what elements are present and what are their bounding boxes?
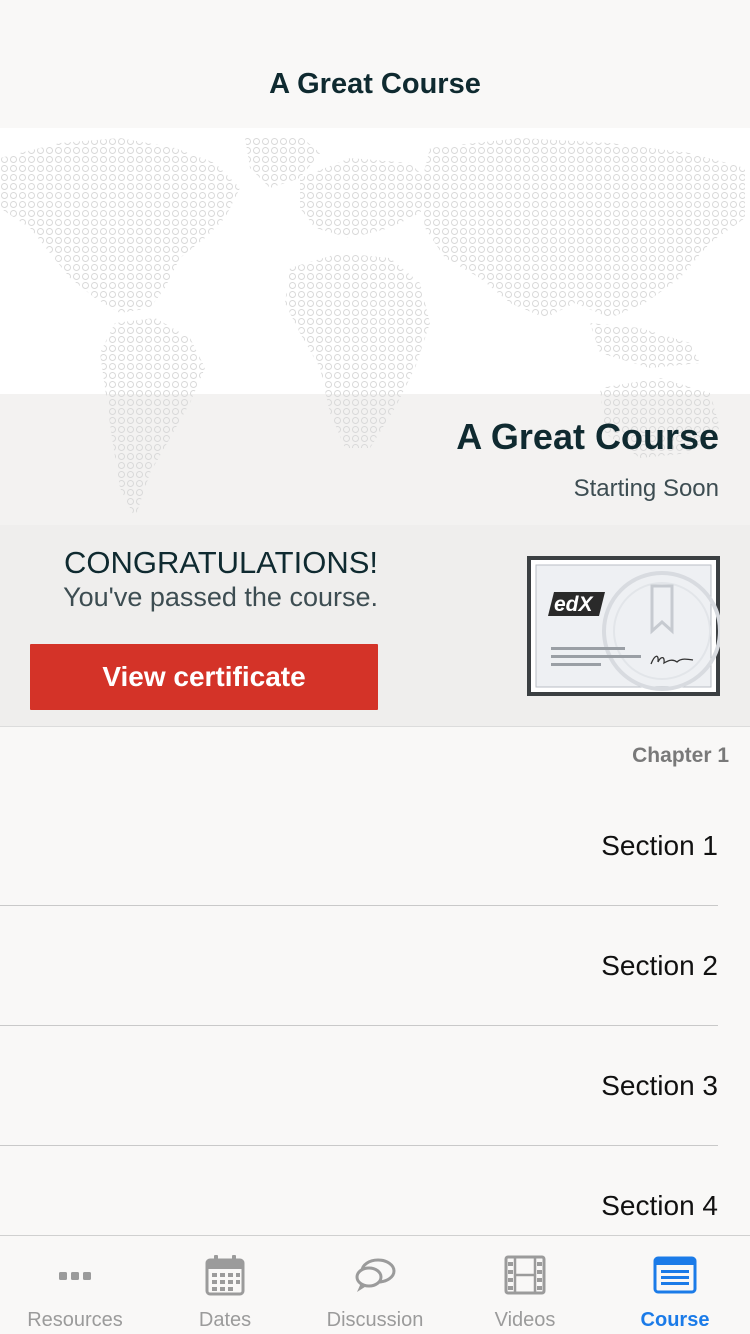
tab-label: Videos — [494, 1309, 556, 1331]
tab-label: Discussion — [326, 1309, 424, 1331]
section-row[interactable]: Section 1 — [0, 786, 718, 906]
course-list-icon — [653, 1256, 697, 1294]
section-label: Section 3 — [601, 1070, 718, 1101]
certificate-banner: CONGRATULATIONS! You've passed the cours… — [0, 525, 750, 727]
discussion-bubbles-icon — [355, 1258, 396, 1292]
edx-logo-text: edX — [554, 593, 595, 616]
tab-label: Course — [640, 1309, 710, 1331]
tab-label: Dates — [198, 1309, 252, 1331]
chapter-header: Chapter 1 — [632, 744, 729, 767]
course-passed-message: You've passed the course. — [63, 582, 378, 612]
tab-videos[interactable]: Videos — [450, 1236, 600, 1334]
world-map-image — [0, 136, 745, 518]
navigation-bar: A Great Course — [0, 0, 750, 128]
course-status: Starting Soon — [573, 475, 719, 502]
tab-discussion[interactable]: Discussion — [300, 1236, 450, 1334]
section-label: Section 4 — [601, 1190, 718, 1221]
section-label: Section 2 — [601, 950, 718, 981]
more-dots-icon — [59, 1272, 91, 1280]
certificate-thumbnail-icon[interactable]: edX — [527, 556, 720, 696]
tab-label: Resources — [27, 1309, 123, 1331]
congratulations-heading: CONGRATULATIONS! — [63, 545, 378, 580]
page-title: A Great Course — [269, 68, 481, 100]
section-row[interactable]: Section 2 — [0, 906, 718, 1026]
course-hero: A Great Course Starting Soon — [0, 128, 750, 525]
view-certificate-button[interactable]: View certificate — [30, 644, 378, 710]
film-icon — [504, 1255, 546, 1295]
calendar-icon — [205, 1255, 245, 1296]
tab-dates[interactable]: Dates — [150, 1236, 300, 1334]
tab-course[interactable]: Course — [600, 1236, 750, 1334]
section-label: Section 1 — [601, 830, 718, 861]
course-title: A Great Course — [456, 416, 719, 457]
tab-resources[interactable]: Resources — [0, 1236, 150, 1334]
section-row[interactable]: Section 3 — [0, 1026, 718, 1146]
tab-bar: Resources Dates Discussion Videos Course — [0, 1235, 750, 1334]
